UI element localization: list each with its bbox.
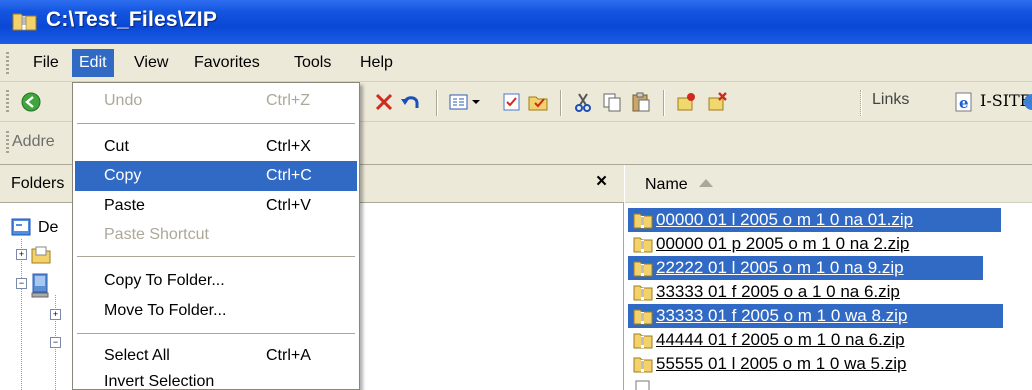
menu-bar: File Edit View Favorites Tools Help (0, 44, 1032, 82)
zip-folder-icon (633, 261, 653, 277)
menu-item-shortcut: Ctrl+A (266, 347, 311, 364)
menu-item-copy[interactable]: Copy Ctrl+C (75, 161, 357, 191)
file-row-partial[interactable] (628, 376, 728, 390)
file-name: 22222 01 l 2005 o m 1 0 na 9.zip (656, 258, 904, 277)
file-row[interactable]: 33333 01 f 2005 o a 1 0 na 6.zip (628, 280, 1001, 304)
zip-folder-icon (633, 237, 653, 253)
menu-item-paste-shortcut[interactable]: Paste Shortcut (75, 220, 357, 250)
menu-item-shortcut: Ctrl+C (266, 167, 312, 184)
tree-expander[interactable]: + (16, 249, 27, 260)
toolbar-separator (560, 90, 562, 116)
menu-item-label: Invert Selection (104, 373, 215, 389)
file-row[interactable]: 00000 01 p 2005 o m 1 0 na 2.zip (628, 232, 1001, 256)
toolbar-separator (436, 90, 438, 116)
toolbar-separator (663, 90, 665, 116)
sort-ascending-icon (699, 179, 713, 187)
file-name: 00000 01 l 2005 o m 1 0 na 01.zip (656, 210, 914, 229)
name-column-header[interactable]: Name (625, 165, 1032, 203)
zip-folder-icon (633, 309, 653, 325)
menu-item-label: Paste Shortcut (104, 226, 209, 243)
delete-icon[interactable] (373, 91, 395, 113)
links-label[interactable]: Links (872, 91, 909, 109)
file-row[interactable]: 44444 01 f 2005 o m 1 0 na 6.zip (628, 328, 1001, 352)
menu-edit[interactable]: Edit (72, 49, 114, 77)
views-icon[interactable] (448, 91, 482, 113)
menu-item-label: Copy To Folder... (104, 272, 225, 289)
file-icon (635, 380, 650, 390)
desktop-icon[interactable] (11, 218, 33, 238)
my-computer-icon[interactable] (30, 272, 52, 298)
my-documents-icon[interactable] (30, 243, 52, 265)
menu-favorites[interactable]: Favorites (187, 49, 267, 77)
tree-item-desktop[interactable]: De (38, 219, 58, 237)
menu-item-shortcut: Ctrl+X (266, 138, 311, 155)
cut-icon[interactable] (572, 91, 594, 113)
window-title: C:\Test_Files\ZIP (46, 8, 218, 31)
tree-expander[interactable]: − (50, 337, 61, 348)
menu-item-label: Copy (104, 167, 142, 184)
svg-text:e: e (959, 94, 969, 112)
title-bar[interactable]: C:\Test_Files\ZIP (0, 0, 1032, 44)
close-properties-icon[interactable] (706, 91, 728, 113)
toolbar-separator (860, 90, 862, 116)
menu-item-undo[interactable]: Undo Ctrl+Z (75, 86, 357, 116)
file-name: 55555 01 l 2005 o m 1 0 wa 5.zip (656, 354, 907, 373)
file-row[interactable]: 55555 01 l 2005 o m 1 0 wa 5.zip (628, 352, 1001, 376)
select-icon[interactable] (501, 91, 523, 113)
menu-item-label: Paste (104, 197, 145, 214)
zip-folder-icon (12, 13, 37, 31)
menu-item-label: Undo (104, 92, 143, 109)
undo-icon[interactable] (400, 91, 422, 113)
file-row[interactable]: 33333 01 f 2005 o m 1 0 wa 8.zip (628, 304, 1003, 328)
menubar-grip[interactable] (6, 52, 9, 74)
file-name: 33333 01 f 2005 o a 1 0 na 6.zip (656, 282, 900, 301)
file-name: 33333 01 f 2005 o m 1 0 wa 8.zip (656, 306, 908, 325)
file-name: 44444 01 f 2005 o m 1 0 na 6.zip (656, 330, 905, 349)
menu-item-copy-to-folder[interactable]: Copy To Folder... (75, 266, 357, 296)
tree-line (21, 239, 22, 390)
menu-help[interactable]: Help (353, 49, 400, 77)
close-folders-button[interactable]: × (596, 171, 607, 193)
menu-separator (77, 256, 355, 257)
tree-expander[interactable]: + (50, 309, 61, 320)
folder-options-icon[interactable] (527, 91, 549, 113)
file-list-pane: Name 00000 01 l 2005 o m 1 0 na 01.zip 0… (625, 165, 1032, 390)
zip-folder-icon (633, 333, 653, 349)
back-icon[interactable] (20, 91, 42, 113)
menu-item-shortcut: Ctrl+Z (266, 92, 310, 109)
menu-file[interactable]: File (26, 49, 66, 77)
menu-separator (77, 123, 355, 124)
zip-folder-icon (633, 213, 653, 229)
menu-tools[interactable]: Tools (287, 49, 338, 77)
more-links-icon[interactable] (1022, 91, 1032, 113)
copy-icon[interactable] (601, 91, 623, 113)
toolbar-grip[interactable] (6, 90, 9, 114)
edit-menu-dropdown: Undo Ctrl+Z Cut Ctrl+X Copy Ctrl+C Paste… (72, 82, 360, 390)
ie-page-icon: e (955, 92, 972, 112)
name-column-label: Name (645, 176, 688, 193)
menu-item-move-to-folder[interactable]: Move To Folder... (75, 296, 357, 326)
menu-view[interactable]: View (127, 49, 175, 77)
menu-item-label: Cut (104, 138, 129, 155)
menu-item-paste[interactable]: Paste Ctrl+V (75, 191, 357, 221)
addressbar-grip[interactable] (6, 131, 9, 155)
file-name: 00000 01 p 2005 o m 1 0 na 2.zip (656, 234, 910, 253)
file-row[interactable]: 00000 01 l 2005 o m 1 0 na 01.zip (628, 208, 1001, 232)
menu-item-label: Select All (104, 347, 170, 364)
file-row[interactable]: 22222 01 l 2005 o m 1 0 na 9.zip (628, 256, 983, 280)
paste-icon[interactable] (630, 91, 652, 113)
menu-item-shortcut: Ctrl+V (266, 197, 311, 214)
address-label: Addre (12, 133, 55, 150)
menu-item-cut[interactable]: Cut Ctrl+X (75, 132, 357, 162)
properties-icon[interactable] (675, 91, 697, 113)
menu-separator (77, 333, 355, 334)
tree-expander[interactable]: − (16, 278, 27, 289)
zip-folder-icon (633, 285, 653, 301)
menu-item-invert-selection[interactable]: Invert Selection (75, 367, 357, 389)
folders-title: Folders (11, 175, 65, 192)
zip-folder-icon (633, 357, 653, 373)
menu-item-label: Move To Folder... (104, 302, 227, 319)
